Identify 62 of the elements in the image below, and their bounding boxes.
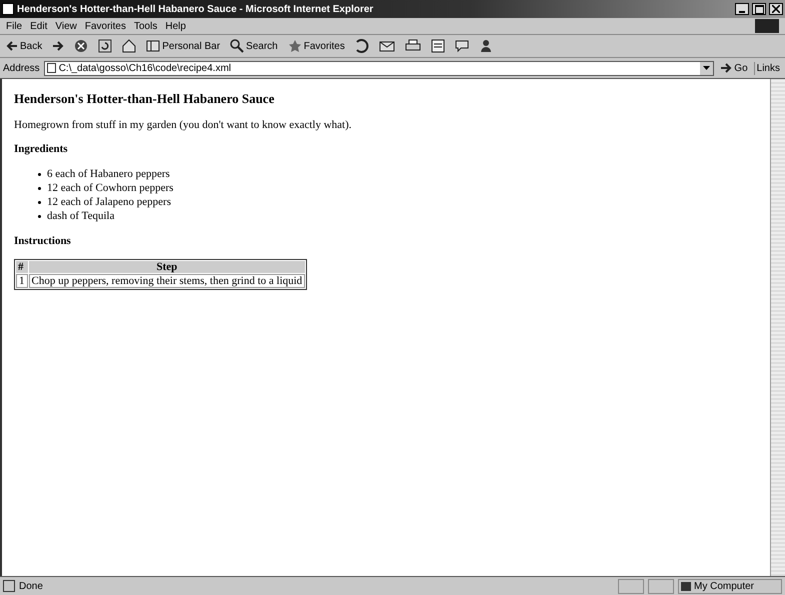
ingredient-item: dash of Tequila — [47, 209, 114, 223]
page-icon — [3, 580, 15, 592]
speech-bubble-icon — [454, 39, 469, 53]
toolbar-button[interactable] — [428, 38, 447, 54]
maximize-button[interactable] — [752, 3, 766, 15]
browser-icon — [2, 3, 14, 15]
column-header: Step — [28, 261, 306, 273]
toolbar-button[interactable]: Search — [228, 38, 280, 54]
menu-item[interactable]: Favorites — [84, 20, 126, 32]
address-label: Address — [3, 62, 40, 74]
toolbar-button[interactable] — [120, 38, 138, 54]
go-button[interactable]: Go — [718, 61, 750, 75]
menu-item[interactable]: View — [55, 20, 77, 32]
toolbar-button[interactable]: Back — [4, 39, 44, 53]
table-cell: Chop up peppers, removing their stems, then grind to a liquid — [28, 274, 306, 288]
intro-text: Homegrown from stuff in my garden (you don't want to know exactly what). — [14, 119, 353, 131]
section-heading: Ingredients — [14, 143, 69, 155]
back-arrow-icon — [6, 40, 18, 52]
ingredient-item: 6 each of Habanero peppers — [47, 167, 170, 181]
close-button[interactable] — [769, 3, 783, 15]
scrollbar[interactable] — [770, 79, 785, 576]
toolbar-button[interactable]: Personal Bar — [144, 38, 222, 54]
menu-item[interactable]: Help — [165, 20, 186, 32]
column-header: # — [16, 261, 28, 273]
home-icon — [122, 39, 136, 53]
bullet-icon — [38, 186, 41, 190]
window-title: Henderson's Hotter-than-Hell Habanero Sauce - Microsoft Internet Explorer — [17, 4, 374, 14]
person-icon — [478, 39, 493, 53]
ingredient-item: 12 each of Jalapeno peppers — [47, 195, 172, 209]
toolbar-button[interactable]: Favorites — [286, 38, 347, 54]
star-icon — [288, 39, 302, 53]
zone-text: My Computer — [694, 580, 754, 592]
menu-item[interactable]: Tools — [134, 20, 158, 32]
status-pane — [648, 578, 674, 594]
status-pane — [618, 578, 644, 594]
menu-item[interactable]: Edit — [30, 20, 48, 32]
table-cell: 1 — [16, 274, 28, 288]
address-field[interactable]: C:\_data\gosso\Ch16\code\recipe4.xml — [44, 60, 714, 76]
refresh-icon — [98, 39, 112, 53]
page-heading: Henderson's Hotter-than-Hell Habanero Sauce — [14, 91, 276, 107]
panel-icon — [146, 39, 160, 53]
document-icon — [430, 39, 445, 53]
bullet-icon — [38, 200, 41, 204]
search-icon — [230, 39, 244, 53]
toolbar-button[interactable] — [452, 38, 471, 54]
bullet-icon — [38, 214, 41, 218]
history-icon — [354, 39, 369, 53]
mail-icon — [378, 39, 395, 53]
page-icon — [46, 63, 56, 73]
links-button[interactable]: Links — [754, 62, 782, 74]
stop-icon — [74, 39, 88, 53]
computer-icon — [681, 582, 691, 590]
minimize-button[interactable] — [735, 3, 749, 15]
forward-arrow-icon — [52, 40, 64, 52]
forward-arrow-icon — [720, 62, 732, 74]
bullet-icon — [38, 172, 41, 176]
section-heading: Instructions — [14, 235, 72, 247]
menu-item[interactable]: File — [6, 20, 22, 32]
status-text: Done — [19, 580, 43, 592]
printer-icon — [404, 39, 421, 53]
ingredient-item: 12 each of Cowhorn peppers — [47, 181, 174, 195]
toolbar-button[interactable] — [96, 38, 114, 54]
